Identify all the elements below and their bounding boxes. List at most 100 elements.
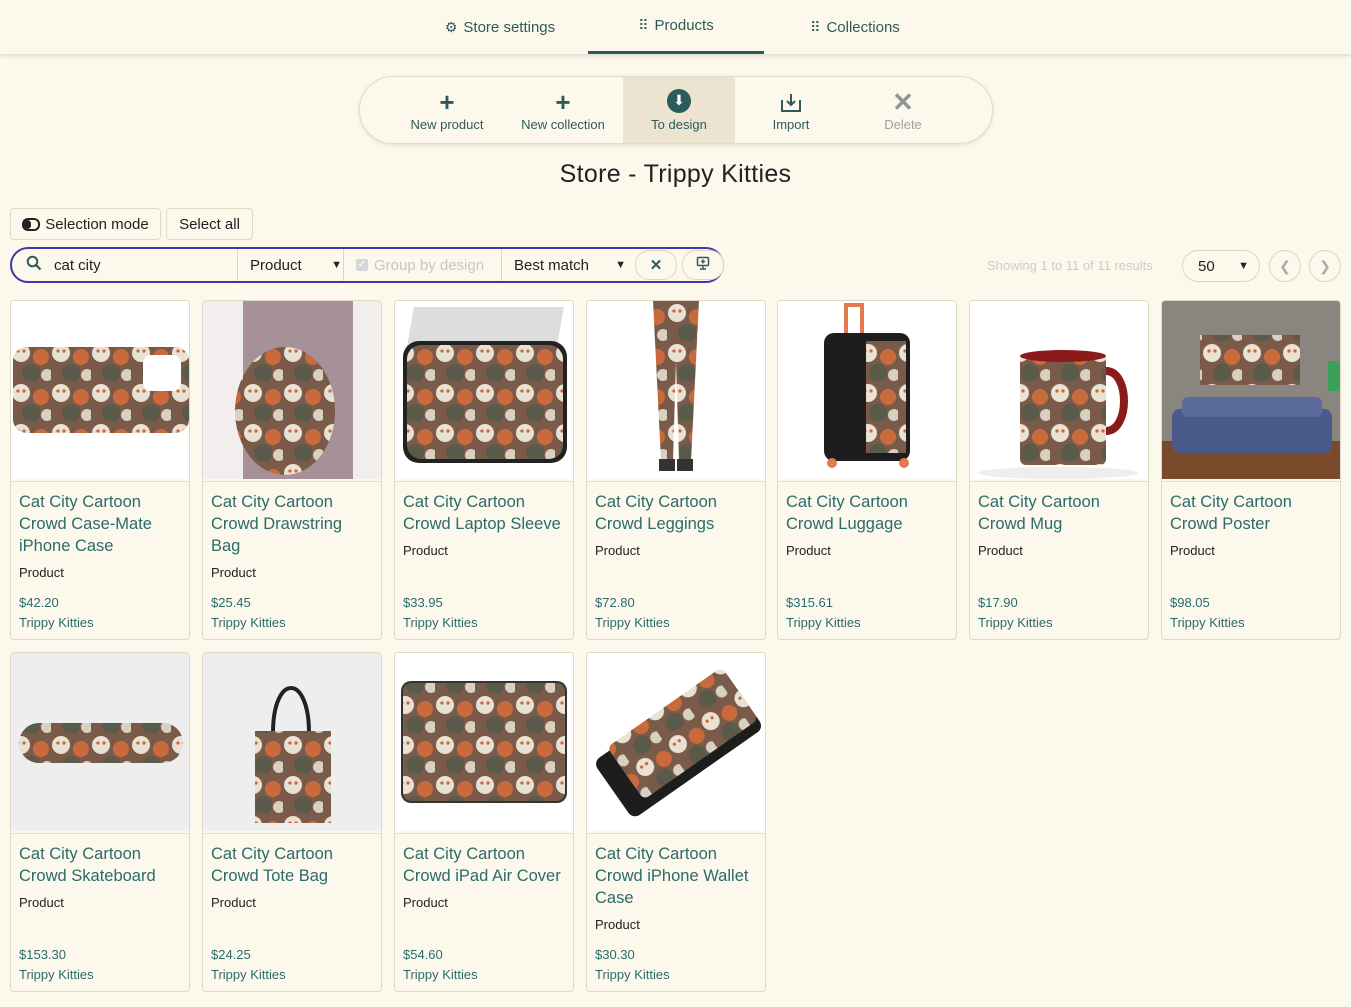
divider <box>237 249 238 281</box>
new-product-label: New product <box>410 116 484 132</box>
tab-collections[interactable]: ⠿ Collections <box>780 0 930 54</box>
product-store: Trippy Kitties <box>595 967 670 982</box>
action-toolbar: + New product + New collection ⬇ To desi… <box>359 76 993 144</box>
delete-label: Delete <box>884 116 922 132</box>
product-card[interactable]: Cat City Cartoon Crowd iPad Air Cover Pro… <box>394 652 574 992</box>
product-store: Trippy Kitties <box>19 967 94 982</box>
product-thumbnail[interactable] <box>587 653 765 831</box>
product-thumbnail[interactable] <box>395 653 573 831</box>
product-price: $42.20 <box>19 595 59 610</box>
product-name[interactable]: Cat City Cartoon Crowd Tote Bag <box>211 843 376 887</box>
import-button[interactable]: Import <box>735 77 847 143</box>
product-thumbnail[interactable] <box>395 301 573 479</box>
product-card[interactable]: Cat City Cartoon Crowd Skateboard Product… <box>10 652 190 992</box>
product-store: Trippy Kitties <box>403 967 478 982</box>
to-design-label: To design <box>651 116 707 132</box>
selection-mode-label: Selection mode <box>45 215 149 233</box>
product-type: Product <box>403 895 448 910</box>
product-type: Product <box>1170 543 1215 558</box>
product-thumbnail[interactable] <box>587 301 765 479</box>
product-price: $72.80 <box>595 595 635 610</box>
next-page-button[interactable]: ❯ <box>1309 250 1341 282</box>
product-name[interactable]: Cat City Cartoon Crowd Poster <box>1170 491 1335 535</box>
product-type: Product <box>19 565 64 580</box>
product-name[interactable]: Cat City Cartoon Crowd Mug <box>978 491 1143 535</box>
product-thumbnail[interactable] <box>778 301 956 479</box>
results-count: Showing 1 to 11 of 11 results <box>987 258 1153 273</box>
search-icon <box>26 255 42 275</box>
product-name[interactable]: Cat City Cartoon Crowd iPad Air Cover <box>403 843 568 887</box>
to-design-button[interactable]: ⬇ To design <box>623 77 735 143</box>
product-type: Product <box>595 917 640 932</box>
product-card[interactable]: Cat City Cartoon Crowd Laptop Sleeve Prod… <box>394 300 574 640</box>
tab-products[interactable]: ⠿ Products <box>588 0 764 54</box>
divider <box>778 481 956 482</box>
tab-store-settings[interactable]: ⚙ Store settings <box>420 0 580 54</box>
product-name[interactable]: Cat City Cartoon Crowd Laptop Sleeve <box>403 491 568 535</box>
tab-label: Store settings <box>463 18 556 36</box>
type-select[interactable]: Product ▼ <box>250 249 342 281</box>
close-icon: ✕ <box>649 257 663 274</box>
divider <box>501 249 502 281</box>
import-icon <box>779 89 803 117</box>
per-page-value: 50 <box>1198 257 1215 275</box>
product-name[interactable]: Cat City Cartoon Crowd Leggings <box>595 491 760 535</box>
product-name[interactable]: Cat City Cartoon Crowd Case-Mate iPhone … <box>19 491 184 557</box>
product-card[interactable]: Cat City Cartoon Crowd Tote Bag Product $2… <box>202 652 382 992</box>
product-name[interactable]: Cat City Cartoon Crowd Skateboard <box>19 843 184 887</box>
product-name[interactable]: Cat City Cartoon Crowd Luggage <box>786 491 951 535</box>
clear-filters-button[interactable]: ✕ <box>635 250 677 280</box>
gear-icon: ⚙ <box>444 18 458 35</box>
search-value: cat city <box>54 256 101 274</box>
product-card[interactable]: Cat City Cartoon Crowd Luggage Product $31… <box>777 300 957 640</box>
plus-icon: + <box>555 86 571 117</box>
chevron-right-icon: ❯ <box>1319 257 1331 274</box>
grid-icon: ⠿ <box>810 18 821 35</box>
product-card[interactable]: Cat City Cartoon Crowd Leggings Product $7… <box>586 300 766 640</box>
product-card[interactable]: Cat City Cartoon Crowd Case-Mate iPhone … <box>10 300 190 640</box>
chevron-left-icon: ❮ <box>1279 257 1291 274</box>
save-search-button[interactable] <box>682 250 724 280</box>
product-name[interactable]: Cat City Cartoon Crowd iPhone Wallet Cas… <box>595 843 760 909</box>
product-thumbnail[interactable] <box>203 301 381 479</box>
product-price: $25.45 <box>211 595 251 610</box>
chevron-down-icon: ▼ <box>331 259 342 271</box>
product-store: Trippy Kitties <box>211 615 286 630</box>
product-card[interactable]: Cat City Cartoon Crowd Drawstring Bag Pro… <box>202 300 382 640</box>
select-all-button[interactable]: Select all <box>166 208 253 240</box>
product-price: $98.05 <box>1170 595 1210 610</box>
product-card[interactable]: Cat City Cartoon Crowd Poster Product $98.… <box>1161 300 1341 640</box>
new-product-button[interactable]: + New product <box>391 77 503 143</box>
group-by-design-checkbox[interactable]: ✓ Group by design <box>356 249 501 281</box>
product-card[interactable]: Cat City Cartoon Crowd Mug Product $17.90 T… <box>969 300 1149 640</box>
checkbox-icon: ✓ <box>356 259 368 271</box>
divider <box>395 481 573 482</box>
product-type: Product <box>403 543 448 558</box>
divider <box>587 833 765 834</box>
product-type: Product <box>978 543 1023 558</box>
product-thumbnail[interactable] <box>11 653 189 831</box>
download-icon: ⬇ <box>667 88 691 113</box>
product-card[interactable]: Cat City Cartoon Crowd iPhone Wallet Cas… <box>586 652 766 992</box>
product-store: Trippy Kitties <box>1170 615 1245 630</box>
product-store: Trippy Kitties <box>19 615 94 630</box>
product-name[interactable]: Cat City Cartoon Crowd Drawstring Bag <box>211 491 376 557</box>
product-price: $54.60 <box>403 947 443 962</box>
selection-mode-button[interactable]: Selection mode <box>10 208 161 240</box>
product-store: Trippy Kitties <box>403 615 478 630</box>
search-input[interactable]: cat city <box>26 249 236 281</box>
per-page-select[interactable]: 50 ▼ <box>1182 250 1260 282</box>
chevron-down-icon: ▼ <box>615 259 626 271</box>
filter-bar: cat city Product ▼ ✓ Group by design Bes… <box>10 247 724 283</box>
toggle-icon <box>22 217 41 231</box>
product-thumbnail[interactable] <box>1162 301 1340 479</box>
product-store: Trippy Kitties <box>978 615 1053 630</box>
product-thumbnail[interactable] <box>970 301 1148 479</box>
divider <box>11 481 189 482</box>
new-collection-button[interactable]: + New collection <box>507 77 619 143</box>
sort-select[interactable]: Best match ▼ <box>514 249 626 281</box>
delete-button[interactable]: ✕ Delete <box>847 77 959 143</box>
product-thumbnail[interactable] <box>203 653 381 831</box>
product-thumbnail[interactable] <box>11 301 189 479</box>
prev-page-button[interactable]: ❮ <box>1269 250 1301 282</box>
